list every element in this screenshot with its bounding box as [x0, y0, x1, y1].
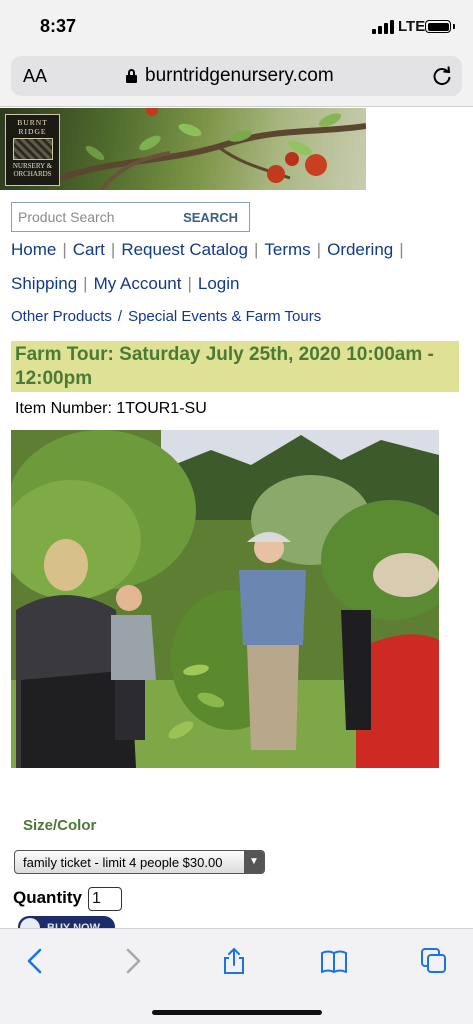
tabs-icon[interactable]	[420, 947, 448, 975]
chevron-right-icon[interactable]	[118, 947, 146, 975]
quantity-input[interactable]: 1	[88, 887, 122, 911]
main-nav-row-2: Shipping | My Account | Login	[11, 274, 240, 293]
chevron-left-icon[interactable]	[22, 947, 50, 975]
network-type: LTE	[398, 18, 426, 35]
signal-icon	[372, 20, 394, 34]
browser-address-area: AA burntridgenursery.com	[0, 52, 473, 107]
main-nav-row-1: Home | Cart | Request Catalog | Terms | Ordering…	[11, 240, 404, 259]
product-title-band: Farm Tour: Saturday July 25th, 2020 10:0…	[11, 341, 459, 392]
nav-request-catalog[interactable]: Request Catalog	[121, 240, 248, 259]
address-bar[interactable]: AA burntridgenursery.com	[11, 56, 462, 96]
search-button[interactable]: SEARCH	[183, 210, 238, 225]
breadcrumb-other-products[interactable]: Other Products	[11, 308, 112, 325]
breadcrumb-special-events[interactable]: Special Events & Farm Tours	[128, 308, 321, 325]
product-title: Farm Tour: Saturday July 25th, 2020 10:0…	[15, 344, 434, 389]
item-number: Item Number: 1TOUR1-SU	[15, 400, 207, 417]
search-input[interactable]: Product Search	[18, 209, 115, 225]
search-box[interactable]: Product Search SEARCH	[11, 202, 250, 232]
battery-icon	[425, 20, 451, 33]
size-color-select[interactable]: family ticket - limit 4 people $30.00 ▼	[14, 850, 265, 874]
status-bar: 8:37 LTE	[0, 0, 473, 52]
dropdown-arrow-icon: ▼	[244, 851, 264, 873]
reload-icon[interactable]	[431, 65, 453, 87]
battery-cap	[453, 24, 455, 29]
breadcrumb: Other Products / Special Events & Farm Tou…	[11, 308, 322, 325]
header-banner: BURNT RIDGE NURSERY & ORCHARDS	[0, 108, 366, 190]
book-icon[interactable]	[320, 947, 348, 975]
nav-my-account[interactable]: My Account	[94, 274, 182, 293]
share-icon[interactable]	[220, 947, 248, 975]
site-logo[interactable]: BURNT RIDGE NURSERY & ORCHARDS	[5, 114, 60, 186]
nav-shipping[interactable]: Shipping	[11, 274, 77, 293]
nav-home[interactable]: Home	[11, 240, 56, 259]
quantity-label: Quantity	[13, 888, 82, 907]
nav-login[interactable]: Login	[198, 274, 240, 293]
url-text[interactable]: burntridgenursery.com	[145, 65, 334, 87]
nav-terms[interactable]: Terms	[264, 240, 310, 259]
product-photo	[11, 430, 439, 768]
status-time: 8:37	[40, 16, 77, 36]
nav-ordering[interactable]: Ordering	[327, 240, 393, 259]
size-color-label: Size/Color	[23, 817, 97, 834]
text-size-button[interactable]: AA	[23, 66, 47, 87]
size-selected-value: family ticket - limit 4 people $30.00	[23, 855, 223, 870]
nav-cart[interactable]: Cart	[73, 240, 105, 259]
lock-icon	[126, 69, 137, 83]
home-indicator[interactable]	[152, 1010, 322, 1015]
